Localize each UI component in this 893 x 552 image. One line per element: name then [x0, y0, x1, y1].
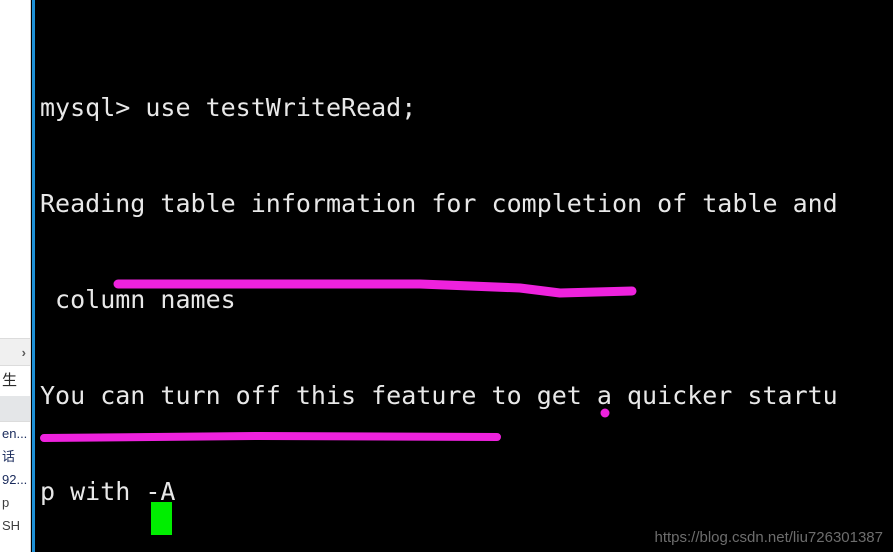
sidebar-item-selected[interactable]: 生: [0, 366, 30, 396]
sidebar-item-label: p: [2, 495, 10, 510]
sidebar-item-label: 92...: [2, 472, 28, 487]
sidebar-item-2[interactable]: 92...: [0, 468, 30, 491]
terminal-console[interactable]: mysql> use testWriteRead; Reading table …: [35, 0, 893, 552]
sidebar-group-divider: [0, 396, 30, 422]
terminal-line: mysql> use testWriteRead;: [40, 93, 417, 122]
terminal-output: mysql> use testWriteRead; Reading table …: [40, 28, 838, 552]
sidebar-item-0[interactable]: en...: [0, 422, 30, 445]
terminal-line: You can turn off this feature to get a q…: [40, 381, 838, 410]
sidebar-item-3[interactable]: p: [0, 491, 30, 514]
sidebar-collapse-toggle[interactable]: ›: [0, 338, 30, 366]
sidebar-item-1[interactable]: 话: [0, 445, 30, 468]
terminal-line: Reading table information for completion…: [40, 189, 838, 218]
sidebar: › 生 en... 话 92... p SH: [0, 0, 31, 552]
sidebar-item-label: SH: [2, 518, 21, 533]
terminal-cursor: [151, 502, 172, 535]
screenshot-root: › 生 en... 话 92... p SH mysql> use testWr…: [0, 0, 893, 552]
sidebar-item-label: en...: [2, 426, 28, 441]
terminal-line: column names: [40, 285, 236, 314]
chevron-right-icon: ›: [21, 345, 26, 360]
sidebar-item-label: 生: [2, 372, 18, 389]
sidebar-item-4[interactable]: SH: [0, 514, 30, 537]
watermark: https://blog.csdn.net/liu726301387: [654, 529, 883, 546]
sidebar-empty-area: [0, 0, 30, 338]
sidebar-item-label: 话: [2, 449, 16, 464]
